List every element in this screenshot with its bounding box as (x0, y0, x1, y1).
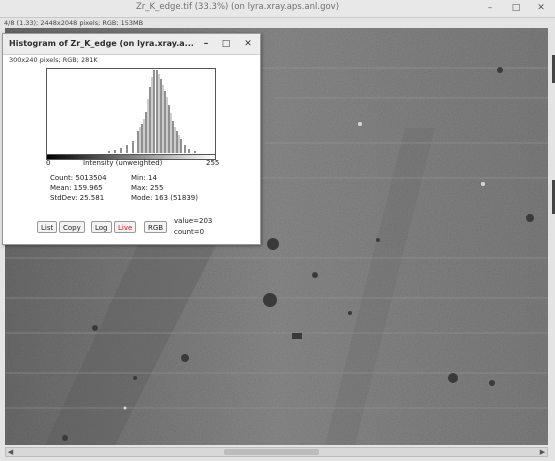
histogram-subtitle: 300x240 pixels; RGB; 281K (9, 56, 98, 64)
histogram-title: Histogram of Zr_K_edge (on lyra.xray.a..… (9, 39, 194, 48)
histogram-minimize-button[interactable]: – (199, 37, 213, 51)
live-button[interactable]: Live (114, 221, 137, 233)
stat-mode: Mode: 163 (51839) (131, 194, 198, 202)
image-window-titlebar[interactable]: Zr_K_edge.tif (33.3%) (on lyra.xray.aps.… (0, 0, 555, 18)
histogram-plot[interactable] (46, 68, 216, 155)
image-window-title: Zr_K_edge.tif (33.3%) (on lyra.xray.aps.… (135, 2, 340, 12)
rgb-button[interactable]: RGB (144, 221, 168, 233)
histogram-close-button[interactable]: ✕ (241, 37, 255, 51)
stat-max: Max: 255 (131, 184, 164, 192)
scrollbar-thumb[interactable] (224, 449, 319, 455)
scroll-right-icon[interactable]: ▶ (538, 448, 547, 456)
histogram-bars (108, 70, 196, 153)
stat-min: Min: 14 (131, 174, 157, 182)
stat-stddev: StdDev: 25.581 (50, 194, 105, 202)
stat-count: Count: 5013504 (50, 174, 107, 182)
maximize-button[interactable]: □ (508, 2, 524, 15)
minimize-button[interactable]: – (482, 2, 498, 15)
horizontal-scrollbar[interactable]: ◀ ▶ (5, 447, 548, 457)
count-readout: count=0 (174, 228, 205, 236)
log-button[interactable]: Log (91, 221, 112, 233)
close-button[interactable]: ✕ (533, 2, 549, 15)
histogram-window: Histogram of Zr_K_edge (on lyra.xray.a..… (2, 33, 261, 245)
histogram-maximize-button[interactable]: □ (219, 37, 233, 51)
list-button[interactable]: List (37, 221, 58, 233)
histogram-titlebar[interactable]: Histogram of Zr_K_edge (on lyra.xray.a..… (3, 34, 260, 55)
stat-mean: Mean: 159.965 (50, 184, 103, 192)
image-info-bar: 4/8 (1.33); 2448x2048 pixels; RGB; 153MB (4, 19, 144, 27)
scroll-left-icon[interactable]: ◀ (6, 448, 15, 456)
value-readout: value=203 (174, 217, 213, 225)
axis-max-label: 255 (206, 159, 220, 167)
axis-center-label: Intensity (unweighted) (83, 159, 163, 167)
axis-min-label: 0 (46, 159, 51, 167)
copy-button[interactable]: Copy (59, 221, 85, 233)
